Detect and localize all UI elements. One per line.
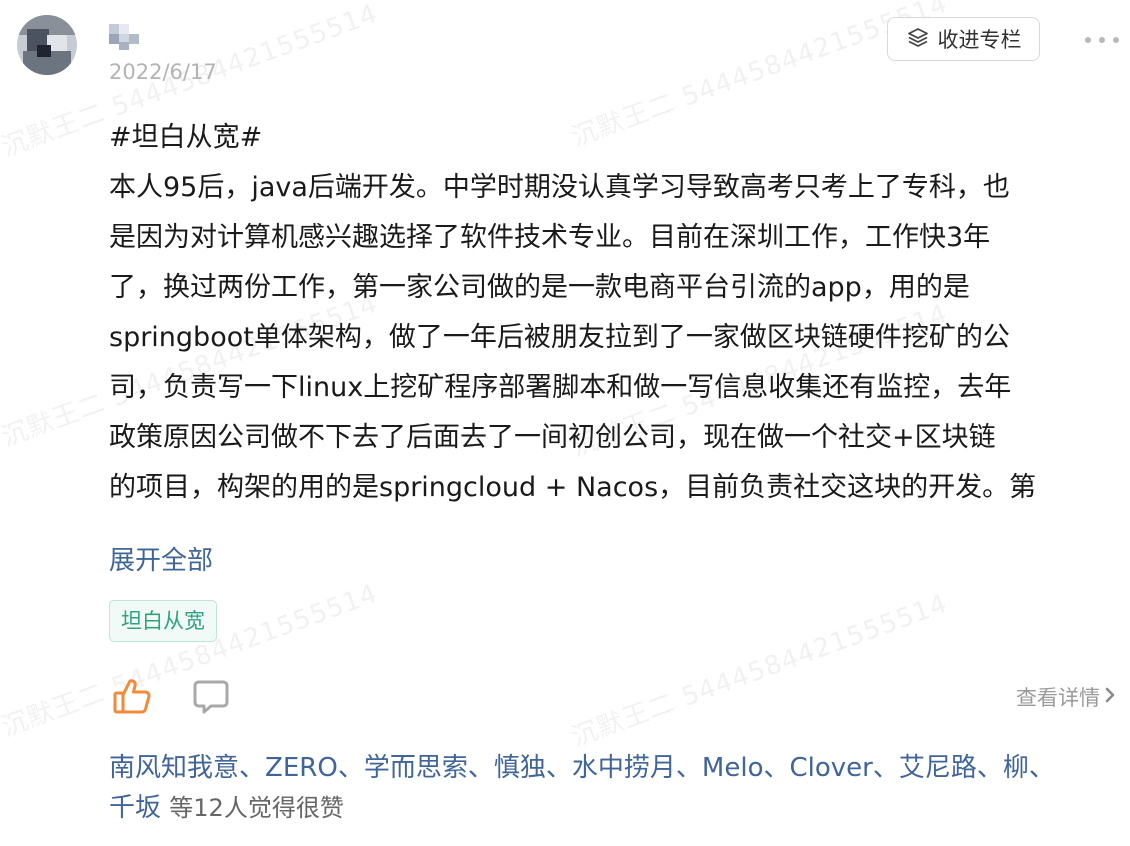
liker-link[interactable]: 慎独 — [494, 753, 546, 783]
details-label: 查看详情 — [1016, 686, 1100, 710]
thumbs-up-icon[interactable] — [112, 676, 152, 716]
more-dots-icon[interactable] — [1085, 30, 1119, 50]
liker-separator: 、 — [675, 753, 702, 783]
liker-separator: 、 — [337, 753, 364, 783]
liker-link[interactable]: Melo — [702, 753, 764, 783]
likers-list: 南风知我意、ZERO、学而思索、慎独、水中捞月、Melo、Clover、艾尼路、… — [109, 748, 1114, 828]
content-line: springboot单体架构，做了一年后被朋友拉到了一家做区块链硬件挖矿的公 — [109, 322, 1010, 353]
watermark: 沉默王二 5444584421555514 — [567, 588, 952, 753]
liker-link[interactable]: 柳 — [1003, 753, 1029, 783]
post-content: #坦白从宽# 本人95后，java后端开发。中学时期没认真学习导致高考只考上了专… — [109, 113, 1109, 513]
content-line: 了，换过两份工作，第一家公司做的是一款电商平台引流的app，用的是 — [109, 272, 970, 303]
liker-link[interactable]: 水中捞月 — [572, 753, 676, 783]
liker-separator: 、 — [467, 753, 494, 783]
expand-all-link[interactable]: 展开全部 — [109, 540, 213, 577]
post-date: 2022/6/17 — [109, 60, 217, 84]
liker-link[interactable]: 艾尼路 — [899, 753, 977, 783]
likes-count-text: 等12人觉得很赞 — [169, 794, 344, 822]
content-line: 的项目，构架的用的是springcloud + Nacos，目前负责社交这块的开… — [109, 472, 1037, 503]
avatar[interactable] — [17, 15, 77, 75]
content-line: 是因为对计算机感兴趣选择了软件技术专业。目前在深圳工作，工作快3年 — [109, 222, 991, 253]
content-line: 本人95后，java后端开发。中学时期没认真学习导致高考只考上了专科，也 — [109, 172, 1010, 203]
content-line: 司，负责写一下linux上挖矿程序部署脚本和做一写信息收集还有监控，去年 — [109, 372, 1012, 403]
username-blurred[interactable] — [109, 24, 139, 50]
collect-to-column-button[interactable]: 收进专栏 — [887, 17, 1040, 61]
liker-link[interactable]: 千坂 — [109, 793, 161, 823]
liker-link[interactable]: 学而思索 — [364, 753, 468, 783]
liker-separator: 、 — [763, 753, 790, 783]
comment-bubble-icon[interactable] — [192, 678, 230, 716]
liker-separator: 、 — [1028, 753, 1055, 783]
liker-link[interactable]: Clover — [790, 753, 873, 783]
liker-link[interactable]: ZERO — [265, 753, 338, 783]
liker-separator: 、 — [872, 753, 899, 783]
liker-separator: 、 — [239, 753, 266, 783]
content-line: 政策原因公司做不下去了后面去了一间初创公司，现在做一个社交+区块链 — [109, 422, 996, 453]
topic-tag[interactable]: 坦白从宽 — [109, 600, 217, 642]
view-details-link[interactable]: 查看详情 — [1016, 682, 1116, 712]
liker-separator: 、 — [976, 753, 1003, 783]
liker-separator: 、 — [545, 753, 572, 783]
stack-layers-icon — [906, 26, 930, 53]
liker-link[interactable]: 南风知我意 — [109, 753, 239, 783]
chevron-right-icon — [1104, 685, 1116, 709]
content-line: #坦白从宽# — [109, 122, 263, 153]
watermark: 沉默王二 5444584421555514 — [0, 578, 382, 743]
collect-label: 收进专栏 — [937, 28, 1022, 52]
